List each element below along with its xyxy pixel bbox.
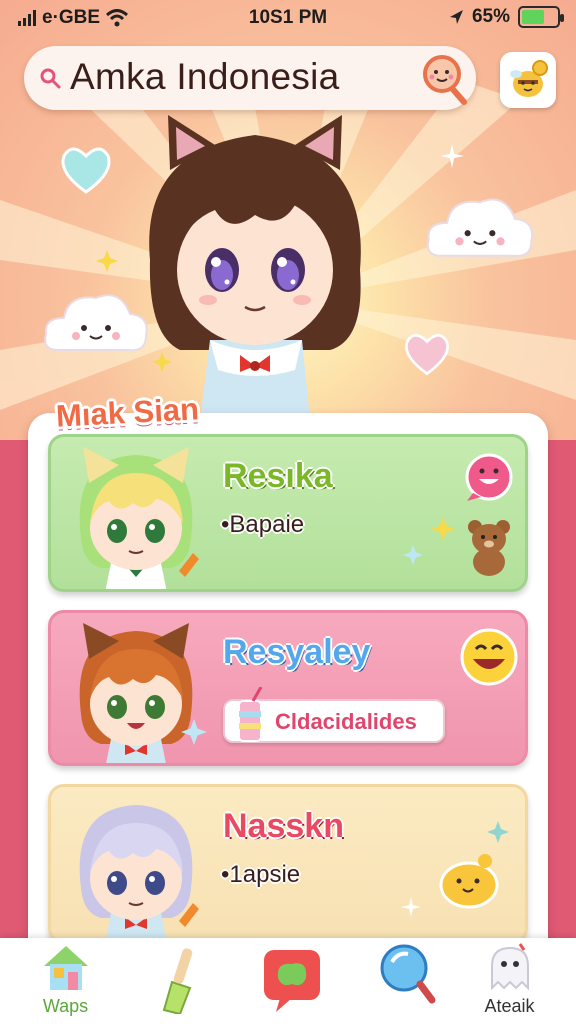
nav-item-search[interactable] — [346, 938, 461, 1024]
nav-item-chat[interactable] — [230, 938, 345, 1024]
avatar — [79, 447, 199, 589]
avatar — [79, 805, 199, 941]
nav-item-brush[interactable] — [118, 938, 233, 1024]
star-icon — [431, 517, 455, 541]
star-icon — [96, 250, 118, 272]
character-name: Resyaley — [223, 633, 371, 671]
character-tag-label: Cldacidalides — [275, 709, 417, 734]
star-icon — [181, 719, 207, 745]
ghost-icon — [491, 943, 529, 991]
star-icon — [487, 821, 509, 843]
brush-icon — [162, 948, 193, 1014]
magnifier-mascot-icon[interactable] — [420, 52, 470, 106]
location-icon — [449, 10, 463, 24]
status-bar: e·GBE 10S1 PM 65% — [0, 0, 576, 36]
profile-mascot-button[interactable] — [500, 52, 556, 108]
nav-item-waps[interactable]: Waps — [8, 938, 123, 1024]
search-query[interactable]: Amka Indonesia — [70, 56, 340, 98]
chat-bubble-icon[interactable] — [463, 453, 515, 503]
character-card[interactable]: Resıka •Bapaie — [48, 434, 528, 592]
character-subtitle: •1apsie — [221, 861, 301, 888]
chick-sticker-icon — [439, 854, 499, 909]
heart-icon — [61, 147, 111, 194]
nav-item-ateaik[interactable]: Ateaik — [452, 938, 567, 1024]
star-icon — [403, 545, 423, 565]
house-icon — [44, 946, 88, 990]
nav-label-ateaik: Ateaik — [484, 996, 535, 1016]
battery-icon — [518, 6, 564, 28]
bee-mascot-icon — [510, 60, 548, 97]
bear-sticker-icon — [468, 520, 510, 576]
sparkle-icon — [440, 144, 464, 168]
character-name: Resıka — [223, 457, 333, 495]
character-subtitle: •Bapaie — [221, 511, 305, 538]
drink-icon — [238, 687, 263, 742]
search-bar[interactable]: Amka Indonesia — [24, 46, 476, 110]
smiley-face-icon[interactable] — [459, 627, 519, 687]
character-card[interactable]: Nasskn •1apsie — [48, 784, 528, 944]
cloud-icon — [44, 294, 148, 352]
hero-character-illustration — [149, 115, 361, 420]
magnifier-icon — [380, 944, 436, 1004]
nav-label-waps: Waps — [42, 996, 89, 1016]
character-tag[interactable]: Cldacidalides — [223, 687, 445, 743]
sparkle-icon — [401, 897, 421, 917]
star-icon — [152, 352, 172, 372]
battery-percent: 65% — [471, 6, 510, 27]
bottom-navigation: Waps Ateaik — [0, 938, 576, 1024]
section-title: Mıak Sian — [55, 391, 200, 434]
heart-icon — [405, 333, 449, 376]
search-icon — [40, 68, 61, 89]
character-card[interactable]: Resyaley Cldacidalides — [48, 610, 528, 766]
character-name: Nasskn — [223, 807, 344, 845]
chat-icon — [264, 950, 320, 1012]
cloud-icon — [426, 198, 534, 258]
